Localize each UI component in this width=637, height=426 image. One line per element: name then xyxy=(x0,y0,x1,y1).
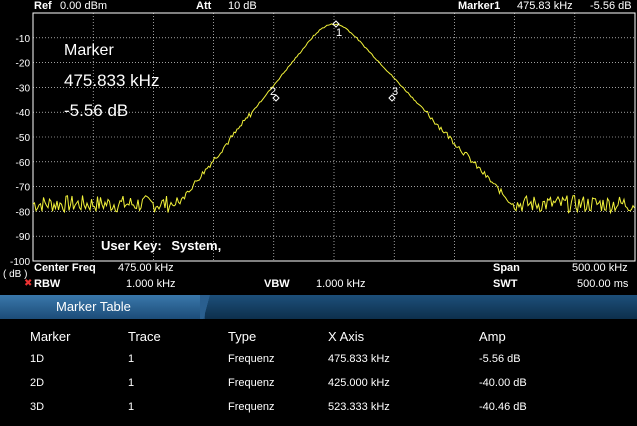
col-type: Type xyxy=(228,329,257,344)
vbw-label: VBW xyxy=(264,278,290,290)
cell-marker: 1D xyxy=(30,353,45,365)
y-tick-label: -10 xyxy=(16,34,31,45)
col-amp: Amp xyxy=(479,329,506,344)
y-tick-label: -30 xyxy=(16,83,31,94)
cell-type: Frequenz xyxy=(228,401,275,413)
span-value: 500.00 kHz xyxy=(572,262,628,274)
rbw-value: 1.000 kHz xyxy=(126,278,176,290)
overlay-marker-freq: 475.833 kHz xyxy=(64,71,160,90)
y-tick-label: -50 xyxy=(16,133,31,144)
tab-marker-table[interactable]: Marker Table xyxy=(0,295,205,319)
marker-table: Marker Trace Type X Axis Amp 1D 1 Freque… xyxy=(0,319,637,426)
user-key: User Key: System, xyxy=(101,238,221,253)
cell-x-axis: 475.833 kHz xyxy=(328,353,390,365)
center-freq-label: Center Freq xyxy=(34,262,96,274)
cell-trace: 1 xyxy=(128,401,135,413)
marker-number-label: 2 xyxy=(270,86,276,98)
col-trace: Trace xyxy=(128,329,161,344)
cell-trace: 1 xyxy=(128,353,135,365)
marker-number-label: 3 xyxy=(392,86,398,98)
table-header-row: Marker Trace Type X Axis Amp xyxy=(0,326,637,348)
y-tick-label: -20 xyxy=(16,59,31,70)
y-tick-label: -90 xyxy=(16,232,31,243)
y-axis-labels: -10-20-30-40-50-60-70-80-90-100 xyxy=(10,34,30,265)
marker-table-header-bar: Marker Table xyxy=(0,295,637,319)
spectrum-plot[interactable]: -10-20-30-40-50-60-70-80-90-100 12 3 xyxy=(0,0,637,265)
rbw-label: RBW xyxy=(34,278,61,290)
y-tick-label: -70 xyxy=(16,183,31,194)
swt-label: SWT xyxy=(493,278,518,290)
overlay-marker-amp: -5.56 dB xyxy=(64,101,129,120)
tab-edge xyxy=(200,295,218,319)
swt-value: 500.00 ms xyxy=(577,278,629,290)
span-label: Span xyxy=(493,262,520,274)
overlay-marker-title: Marker xyxy=(64,42,114,59)
marker-number-label: 1 xyxy=(336,27,342,39)
y-tick-label: -80 xyxy=(16,207,31,218)
table-row[interactable]: 3D 1 Frequenz 523.333 kHz -40.46 dB xyxy=(0,396,637,418)
table-row[interactable]: 2D 1 Frequenz 425.000 kHz -40.00 dB xyxy=(0,372,637,394)
cell-x-axis: 425.000 kHz xyxy=(328,377,390,389)
center-freq-value: 475.00 kHz xyxy=(118,262,174,274)
cell-marker: 3D xyxy=(30,401,45,413)
y-tick-label: -60 xyxy=(16,158,31,169)
cell-trace: 1 xyxy=(128,377,135,389)
cell-amp: -5.56 dB xyxy=(479,353,521,365)
cell-x-axis: 523.333 kHz xyxy=(328,401,390,413)
cell-type: Frequenz xyxy=(228,353,275,365)
cell-amp: -40.46 dB xyxy=(479,401,527,413)
y-tick-label: -40 xyxy=(16,108,31,119)
user-key-label: User Key: xyxy=(101,238,162,253)
user-key-value: System, xyxy=(171,238,222,253)
col-marker: Marker xyxy=(30,329,71,344)
cell-type: Frequenz xyxy=(228,377,275,389)
rbw-uncoupled-icon: ✖ xyxy=(24,278,33,289)
vbw-value: 1.000 kHz xyxy=(316,278,366,290)
table-row[interactable]: 1D 1 Frequenz 475.833 kHz -5.56 dB xyxy=(0,348,637,370)
cell-amp: -40.00 dB xyxy=(479,377,527,389)
cell-marker: 2D xyxy=(30,377,45,389)
col-x-axis: X Axis xyxy=(328,329,365,344)
settings-bar: ( dB ) Center Freq 475.00 kHz Span 500.0… xyxy=(0,262,637,292)
plot-grid xyxy=(33,13,635,261)
